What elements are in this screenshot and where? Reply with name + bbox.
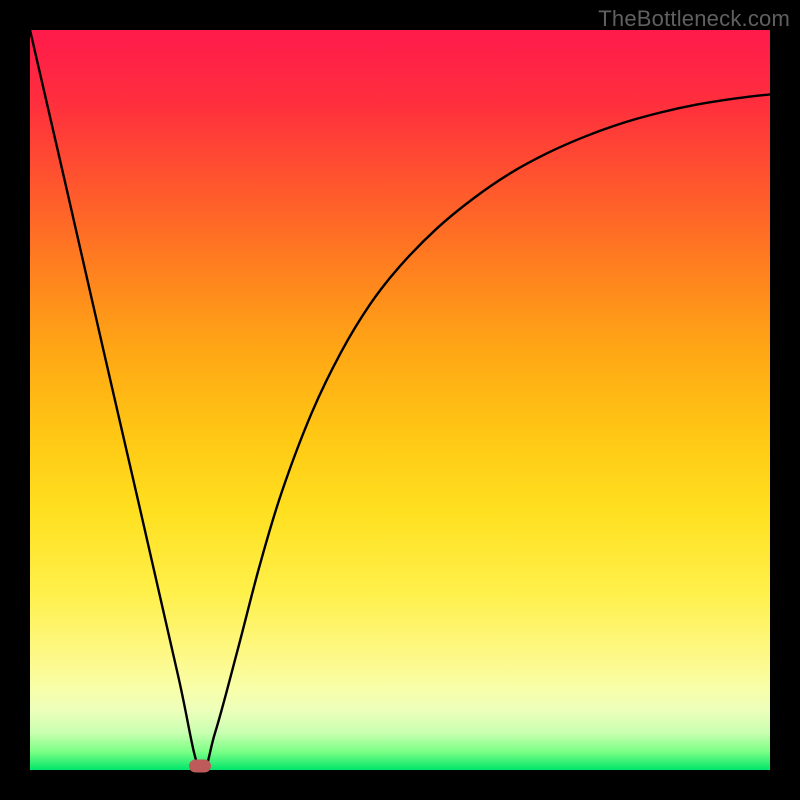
minimum-marker — [189, 760, 211, 773]
plot-area — [30, 30, 770, 770]
bottleneck-curve — [30, 30, 770, 770]
attribution-text: TheBottleneck.com — [598, 6, 790, 32]
chart-frame: TheBottleneck.com — [0, 0, 800, 800]
